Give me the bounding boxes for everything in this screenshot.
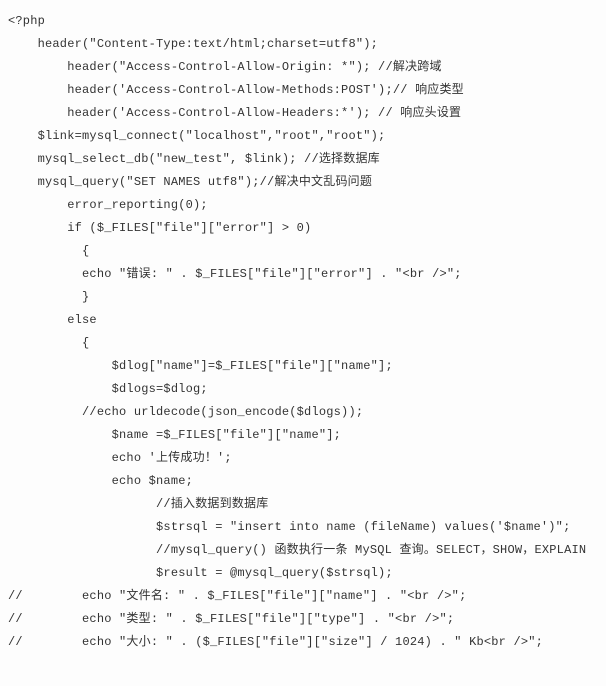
php-code-block: <?php header("Content-Type:text/html;cha…	[0, 0, 606, 664]
